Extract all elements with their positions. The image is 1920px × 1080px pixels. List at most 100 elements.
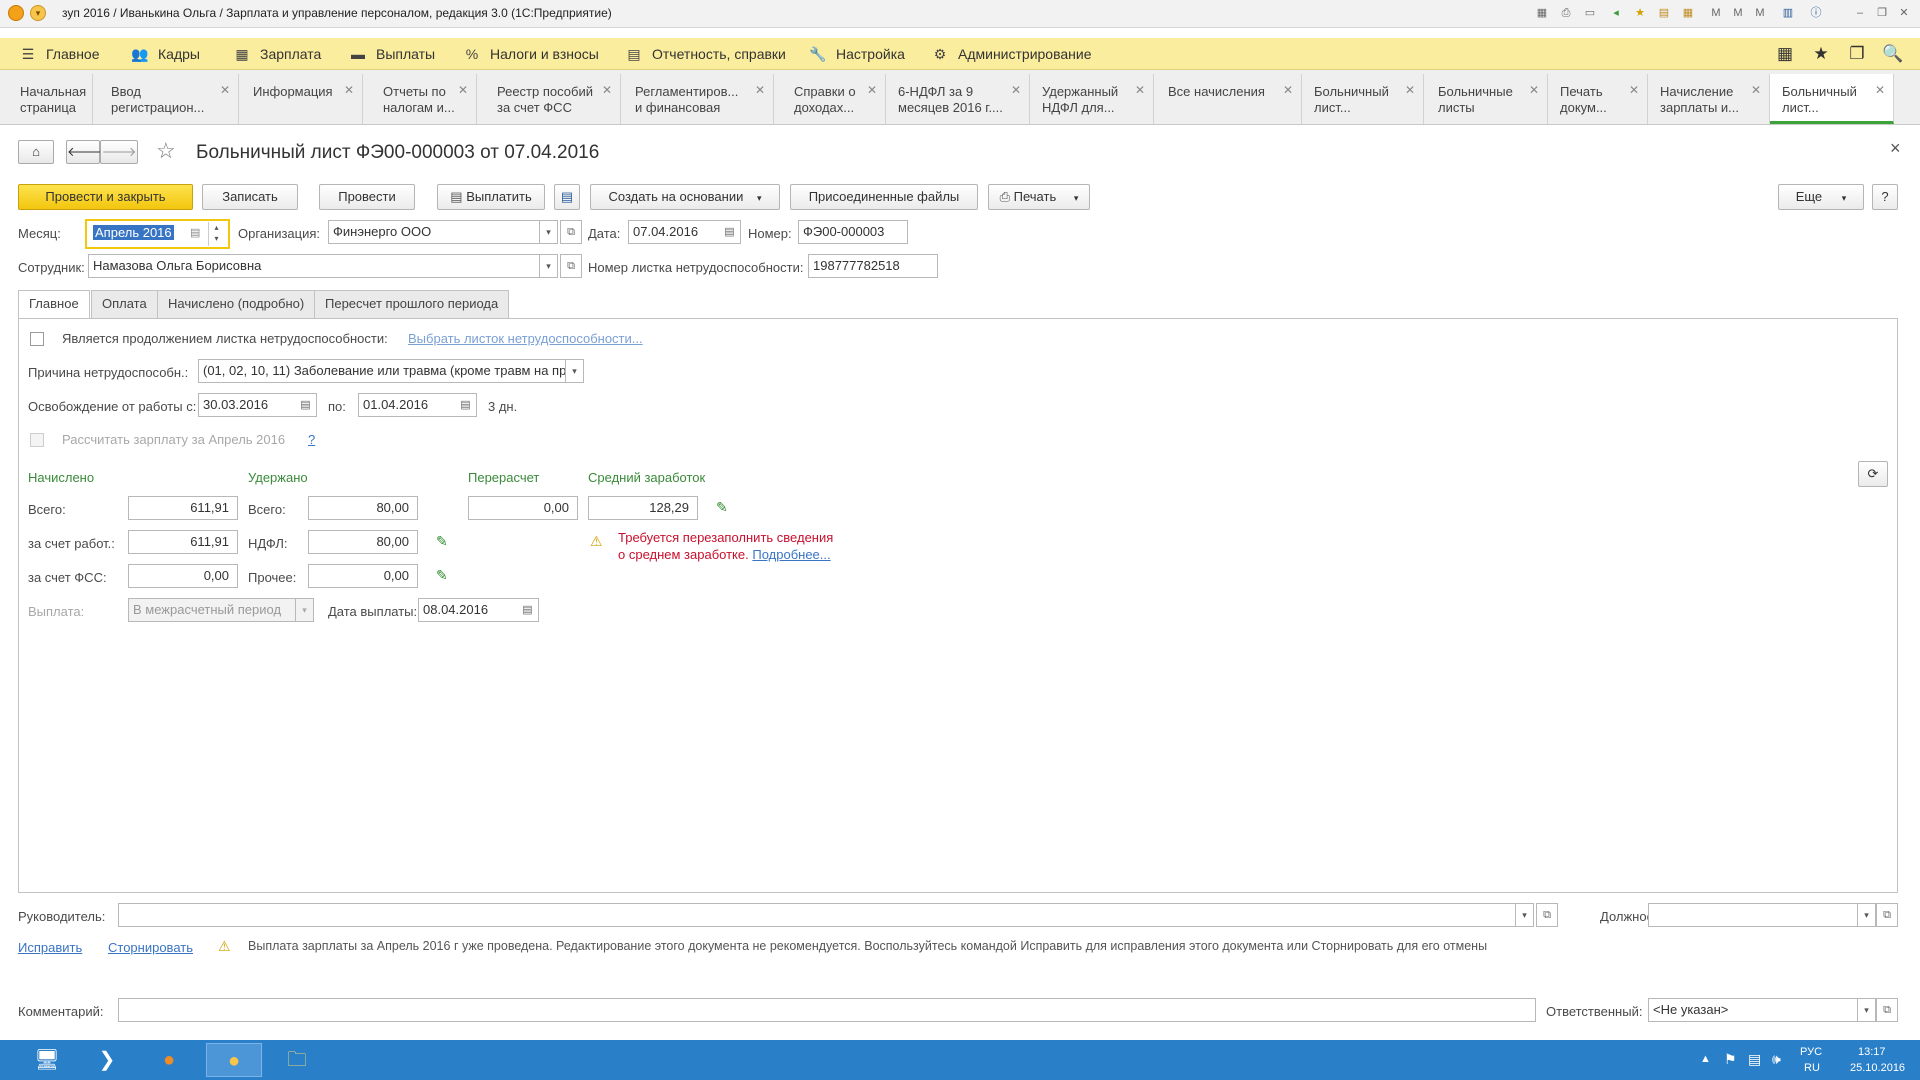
menu-item-main[interactable]: ☰ Главное — [18, 38, 100, 70]
responsible-dropdown-icon[interactable]: ▾ — [1858, 998, 1876, 1022]
menu-item-reports[interactable]: ▤ Отчетность, справки — [624, 38, 786, 70]
close-tab-icon[interactable]: ✕ — [1875, 82, 1885, 98]
date-calendar-icon[interactable]: ▤ — [719, 220, 741, 244]
form-tab-payment[interactable]: Оплата — [91, 290, 158, 318]
close-window-icon[interactable]: ✕ — [1896, 5, 1912, 21]
tray-locale[interactable]: RU — [1804, 1062, 1820, 1074]
payment-dropdown-icon[interactable]: ▾ — [296, 598, 314, 622]
edit-avg-pencil-icon[interactable]: ✎ — [716, 499, 728, 516]
close-tab-icon[interactable]: ✕ — [1629, 82, 1639, 98]
tab-6ndfl[interactable]: 6-НДФЛ за 9 месяцев 2016 г.... ✕ — [886, 74, 1030, 124]
create-based-button[interactable]: Создать на основании ▾ — [590, 184, 780, 210]
organization-open-icon[interactable]: ⧉ — [560, 220, 582, 244]
release-to-calendar-icon[interactable]: ▤ — [455, 393, 477, 417]
toolbar-calc-icon[interactable]: ▦ — [1680, 5, 1696, 21]
tab-home[interactable]: Начальная страница — [0, 74, 93, 124]
home-button[interactable]: ⌂ — [18, 140, 54, 164]
continuation-checkbox[interactable] — [30, 332, 44, 346]
form-tab-main[interactable]: Главное — [18, 290, 90, 319]
toolbar-doc-icon[interactable]: ▤ — [1656, 5, 1672, 21]
avg-details-link[interactable]: Подробнее... — [752, 547, 830, 562]
form-tab-accrued-detail[interactable]: Начислено (подробно) — [157, 290, 316, 318]
tray-date[interactable]: 25.10.2016 — [1850, 1062, 1905, 1074]
toolbar-calendar-icon[interactable]: ▦ — [1534, 5, 1550, 21]
toolbar-mminus-icon[interactable]: M — [1752, 5, 1768, 21]
tab-withheld-ndfl[interactable]: Удержанный НДФЛ для... ✕ — [1030, 74, 1154, 124]
toolbar-preview-icon[interactable]: ▭ — [1582, 5, 1598, 21]
tab-all-accruals[interactable]: Все начисления ✕ — [1154, 74, 1302, 124]
close-tab-icon[interactable]: ✕ — [867, 82, 877, 98]
month-stepper[interactable]: ▴ ▾ — [208, 222, 224, 246]
close-tab-icon[interactable]: ✕ — [220, 82, 230, 98]
recalc-field[interactable]: 0,00 — [468, 496, 578, 520]
reason-select[interactable]: (01, 02, 10, 11) Заболевание или травма … — [198, 359, 566, 383]
responsible-select[interactable]: <Не указан> — [1648, 998, 1858, 1022]
edit-other-pencil-icon[interactable]: ✎ — [436, 567, 448, 584]
close-document-icon[interactable]: × — [1890, 138, 1901, 159]
release-from-input[interactable]: 30.03.2016 — [198, 393, 296, 417]
post-button[interactable]: Провести — [319, 184, 415, 210]
close-tab-icon[interactable]: ✕ — [344, 82, 354, 98]
manager-dropdown-icon[interactable]: ▾ — [1516, 903, 1534, 927]
close-tab-icon[interactable]: ✕ — [1529, 82, 1539, 98]
position-select[interactable] — [1648, 903, 1858, 927]
withheld-ndfl-field[interactable]: 80,00 — [308, 530, 418, 554]
close-tab-icon[interactable]: ✕ — [1011, 82, 1021, 98]
favorites-icon[interactable]: ★ — [1810, 43, 1832, 65]
sheet-number-input[interactable]: 198777782518 — [808, 254, 938, 278]
explorer-taskbar-icon[interactable]: 🖥 — [20, 1043, 74, 1077]
menu-item-taxes[interactable]: % Налоги и взносы — [462, 38, 599, 70]
release-from-calendar-icon[interactable]: ▤ — [295, 393, 317, 417]
number-input[interactable]: ФЭ00-000003 — [798, 220, 908, 244]
tab-payroll[interactable]: Начисление зарплаты и... ✕ — [1648, 74, 1770, 124]
menu-item-admin[interactable]: ⚙ Администрирование — [930, 38, 1092, 70]
1c-taskbar-icon[interactable]: ● — [206, 1043, 262, 1077]
position-open-icon[interactable]: ⧉ — [1876, 903, 1898, 927]
menu-item-hr[interactable]: 👥 Кадры — [130, 38, 200, 70]
edit-ndfl-pencil-icon[interactable]: ✎ — [436, 533, 448, 550]
tray-arrow-icon[interactable]: ▲ — [1700, 1053, 1711, 1065]
refresh-button[interactable]: ⟳ — [1858, 461, 1888, 487]
choose-sheet-link[interactable]: Выбрать листок нетрудоспособности... — [408, 331, 643, 346]
search-icon[interactable]: 🔍 — [1882, 43, 1904, 65]
tab-fss-registry[interactable]: Реестр пособий за счет ФСС ✕ — [477, 74, 621, 124]
restore-icon[interactable]: ❐ — [1874, 5, 1890, 21]
back-button[interactable]: 🡐 — [66, 140, 102, 164]
payment-select[interactable]: В межрасчетный период — [128, 598, 296, 622]
manager-select[interactable] — [118, 903, 1516, 927]
toolbar-info-icon[interactable]: ⓘ — [1808, 5, 1824, 21]
minimize-icon[interactable]: – — [1852, 5, 1868, 21]
withheld-total-field[interactable]: 80,00 — [308, 496, 418, 520]
manager-open-icon[interactable]: ⧉ — [1536, 903, 1558, 927]
close-tab-icon[interactable]: ✕ — [458, 82, 468, 98]
toolbar-print-icon[interactable]: ⎙ — [1558, 5, 1574, 21]
help-button[interactable]: ? — [1872, 184, 1898, 210]
list-button[interactable]: ▤ — [554, 184, 580, 210]
tray-flag-icon[interactable]: ⚑ — [1724, 1051, 1737, 1068]
forward-button[interactable]: 🡒 — [100, 140, 138, 164]
employee-dropdown-icon[interactable]: ▾ — [540, 254, 558, 278]
favorite-star-icon[interactable]: ☆ — [156, 138, 176, 164]
tab-tax-reports[interactable]: Отчеты по налогам и... ✕ — [363, 74, 477, 124]
toolbar-m-icon[interactable]: M — [1708, 5, 1724, 21]
tab-registration[interactable]: Ввод регистрацион... ✕ — [93, 74, 239, 124]
menu-item-salary[interactable]: ▦ Зарплата — [232, 38, 321, 70]
menu-item-payments[interactable]: ▬ Выплаты — [348, 38, 435, 70]
accrued-total-field[interactable]: 611,91 — [128, 496, 238, 520]
tab-income-certificates[interactable]: Справки о доходах... ✕ — [774, 74, 886, 124]
firefox-taskbar-icon[interactable]: ● — [142, 1043, 196, 1077]
powershell-taskbar-icon[interactable]: ❯ — [80, 1043, 134, 1077]
window-menu-icon[interactable]: ▾ — [30, 5, 46, 21]
toolbar-panels-icon[interactable]: ▥ — [1780, 5, 1796, 21]
print-button[interactable]: ⎙ Печать ▾ — [988, 184, 1090, 210]
toolbar-star-icon[interactable]: ★ — [1632, 5, 1648, 21]
post-and-close-button[interactable]: Провести и закрыть — [18, 184, 193, 210]
close-tab-icon[interactable]: ✕ — [755, 82, 765, 98]
employee-open-icon[interactable]: ⧉ — [560, 254, 582, 278]
tab-sick-leave-active[interactable]: Больничный лист... ✕ — [1770, 74, 1894, 124]
close-tab-icon[interactable]: ✕ — [1751, 82, 1761, 98]
accrued-fss-field[interactable]: 0,00 — [128, 564, 238, 588]
organization-dropdown-icon[interactable]: ▾ — [540, 220, 558, 244]
calc-salary-checkbox[interactable] — [30, 433, 44, 447]
close-tab-icon[interactable]: ✕ — [1283, 82, 1293, 98]
